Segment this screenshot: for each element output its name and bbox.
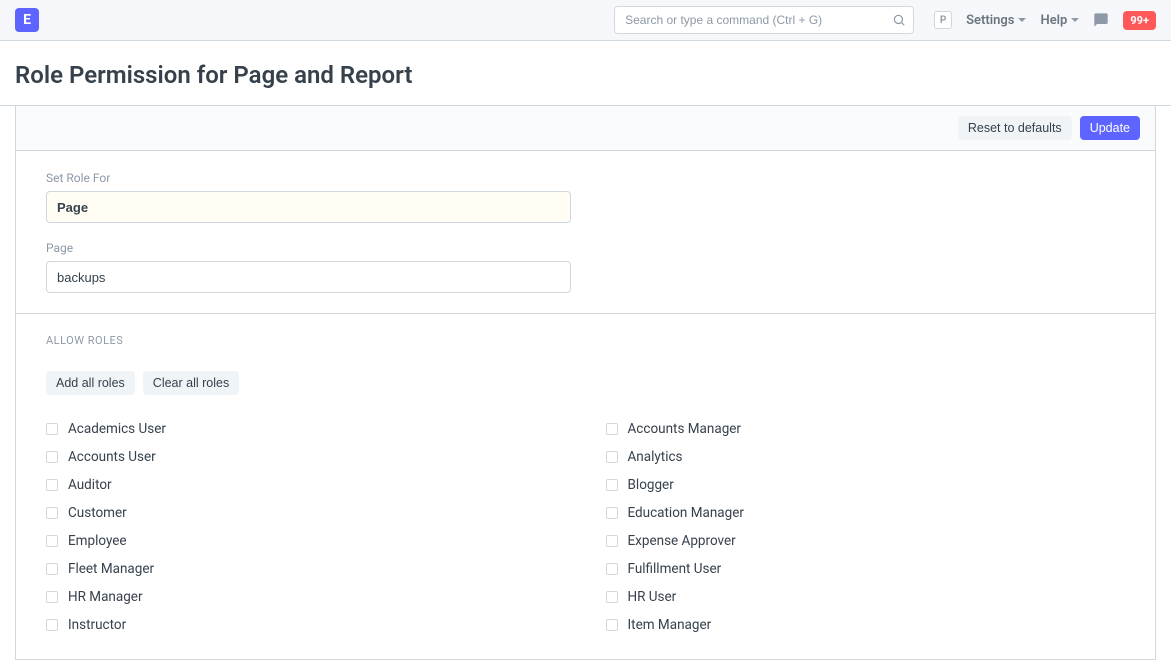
role-item: Expense Approver	[606, 527, 1126, 555]
role-item: Accounts Manager	[606, 415, 1126, 443]
role-checkbox[interactable]	[46, 479, 58, 491]
role-checkbox[interactable]	[606, 451, 618, 463]
role-label: Expense Approver	[628, 533, 736, 549]
page-field-label: Page	[46, 241, 571, 255]
role-item: Education Manager	[606, 499, 1126, 527]
roles-section: Allow Roles Add all roles Clear all role…	[15, 314, 1156, 660]
nav-items: P Settings Help 99+	[934, 11, 1156, 30]
role-checkbox[interactable]	[606, 619, 618, 631]
role-checkbox[interactable]	[46, 535, 58, 547]
user-badge[interactable]: P	[934, 11, 952, 29]
role-checkbox[interactable]	[46, 507, 58, 519]
chevron-down-icon	[1018, 18, 1026, 22]
role-item: Fulfillment User	[606, 555, 1126, 583]
role-item: HR Manager	[46, 583, 566, 611]
role-item: Analytics	[606, 443, 1126, 471]
page-title: Role Permission for Page and Report	[15, 61, 1156, 89]
app-logo[interactable]: E	[15, 8, 39, 32]
update-button[interactable]: Update	[1080, 116, 1140, 140]
role-checkbox[interactable]	[606, 423, 618, 435]
role-label: Instructor	[68, 617, 126, 633]
role-checkbox[interactable]	[606, 479, 618, 491]
chevron-down-icon	[1071, 18, 1079, 22]
role-label: Fleet Manager	[68, 561, 154, 577]
role-item: Fleet Manager	[46, 555, 566, 583]
role-checkbox[interactable]	[46, 591, 58, 603]
page-group: Page	[46, 241, 571, 293]
role-label: Fulfillment User	[628, 561, 722, 577]
role-checkbox[interactable]	[606, 563, 618, 575]
role-checkbox[interactable]	[46, 563, 58, 575]
roles-button-row: Add all roles Clear all roles	[46, 371, 1125, 395]
role-checkbox[interactable]	[606, 507, 618, 519]
logo-letter: E	[23, 12, 31, 28]
role-checkbox[interactable]	[46, 423, 58, 435]
role-item: Blogger	[606, 471, 1126, 499]
page-field-input[interactable]	[46, 261, 571, 293]
role-label: Auditor	[68, 477, 112, 493]
action-toolbar: Reset to defaults Update	[15, 106, 1156, 151]
settings-label: Settings	[966, 13, 1014, 28]
role-label: Analytics	[628, 449, 683, 465]
role-item: Instructor	[46, 611, 566, 639]
role-label: HR User	[628, 589, 677, 605]
role-item: Academics User	[46, 415, 566, 443]
roles-columns: Academics User Accounts User Auditor Custom…	[46, 415, 1125, 639]
set-role-for-group: Set Role For	[46, 171, 571, 223]
role-label: HR Manager	[68, 589, 143, 605]
add-all-roles-button[interactable]: Add all roles	[46, 371, 135, 395]
role-checkbox[interactable]	[46, 451, 58, 463]
search-input[interactable]	[614, 6, 914, 34]
navbar: E P Settings Help 99+	[0, 0, 1171, 41]
search-box	[614, 6, 914, 34]
role-item: Accounts User	[46, 443, 566, 471]
clear-all-roles-button[interactable]: Clear all roles	[143, 371, 239, 395]
role-checkbox[interactable]	[606, 591, 618, 603]
roles-left-column: Academics User Accounts User Auditor Custom…	[46, 415, 566, 639]
role-label: Education Manager	[628, 505, 744, 521]
help-label: Help	[1040, 13, 1067, 28]
role-label: Item Manager	[628, 617, 712, 633]
roles-right-column: Accounts Manager Analytics Blogger Educatio…	[606, 415, 1126, 639]
reset-button[interactable]: Reset to defaults	[958, 116, 1072, 140]
role-label: Customer	[68, 505, 127, 521]
help-menu[interactable]: Help	[1040, 13, 1079, 28]
search-icon	[892, 13, 906, 27]
role-label: Accounts User	[68, 449, 156, 465]
role-item: Item Manager	[606, 611, 1126, 639]
set-role-for-input[interactable]	[46, 191, 571, 223]
role-label: Blogger	[628, 477, 674, 493]
role-label: Academics User	[68, 421, 166, 437]
role-item: Auditor	[46, 471, 566, 499]
form-section: Set Role For Page	[15, 151, 1156, 314]
role-item: Customer	[46, 499, 566, 527]
role-label: Employee	[68, 533, 127, 549]
roles-section-title: Allow Roles	[46, 334, 1125, 347]
chat-icon[interactable]	[1093, 12, 1109, 28]
set-role-for-label: Set Role For	[46, 171, 571, 185]
role-checkbox[interactable]	[46, 619, 58, 631]
settings-menu[interactable]: Settings	[966, 13, 1026, 28]
role-checkbox[interactable]	[606, 535, 618, 547]
notification-badge[interactable]: 99+	[1123, 11, 1156, 30]
role-item: HR User	[606, 583, 1126, 611]
role-label: Accounts Manager	[628, 421, 742, 437]
page-header: Role Permission for Page and Report	[0, 41, 1171, 106]
role-item: Employee	[46, 527, 566, 555]
content-wrapper: Reset to defaults Update Set Role For Pa…	[15, 106, 1156, 660]
